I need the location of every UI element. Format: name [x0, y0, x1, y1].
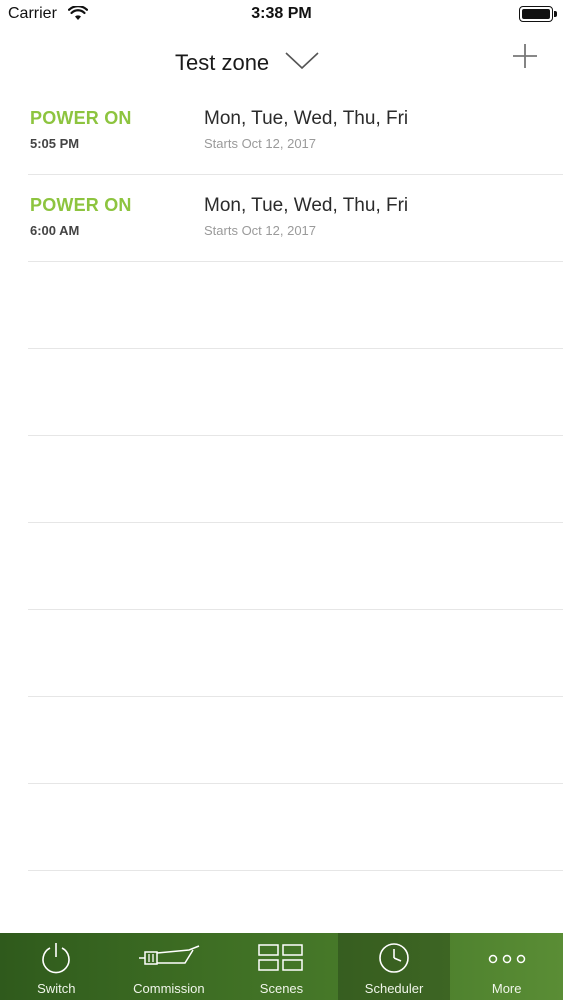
tab-label: Scenes — [259, 981, 304, 996]
schedule-row[interactable]: POWER ON 5:05 PM Mon, Tue, Wed, Thu, Fri… — [28, 88, 563, 175]
empty-row — [28, 784, 563, 871]
empty-row — [28, 523, 563, 610]
plus-icon — [513, 44, 537, 68]
tab-label: Scheduler — [364, 981, 424, 996]
empty-row — [28, 349, 563, 436]
add-schedule-button[interactable] — [511, 42, 539, 70]
tab-scenes[interactable]: Scenes — [225, 933, 338, 1000]
tab-label: More — [491, 981, 522, 996]
status-bar: Carrier 3:38 PM — [0, 0, 563, 30]
schedule-start-date: Starts Oct 12, 2017 — [204, 223, 317, 238]
power-icon — [39, 941, 73, 980]
zone-selector[interactable]: Test zone — [175, 50, 319, 76]
tab-label: Commission — [133, 981, 205, 996]
tab-commission[interactable]: Commission — [113, 933, 226, 1000]
commission-icon — [137, 941, 201, 980]
empty-row — [28, 610, 563, 697]
schedule-time: 6:00 AM — [30, 223, 80, 238]
schedule-list: POWER ON 5:05 PM Mon, Tue, Wed, Thu, Fri… — [28, 88, 563, 871]
empty-row — [28, 436, 563, 523]
nav-header: Test zone — [0, 36, 563, 92]
tab-label: Switch — [37, 981, 76, 996]
empty-row — [28, 262, 563, 349]
zone-title: Test zone — [175, 50, 270, 75]
tab-more[interactable]: More — [450, 933, 563, 1000]
tab-scheduler[interactable]: Scheduler — [337, 933, 451, 1000]
schedule-action: POWER ON — [30, 108, 132, 128]
schedule-days: Mon, Tue, Wed, Thu, Fri — [204, 108, 409, 129]
more-dots-icon — [487, 941, 527, 980]
chevron-down-icon — [285, 51, 319, 75]
tab-switch[interactable]: Switch — [0, 933, 113, 1000]
schedule-days: Mon, Tue, Wed, Thu, Fri — [204, 195, 409, 216]
tab-bar: Switch Commission Scenes Scheduler More — [0, 933, 563, 1000]
schedule-row[interactable]: POWER ON 6:00 AM Mon, Tue, Wed, Thu, Fri… — [28, 175, 563, 262]
schedule-time: 5:05 PM — [30, 136, 80, 151]
schedule-start-date: Starts Oct 12, 2017 — [204, 136, 317, 151]
clock-icon — [377, 941, 411, 980]
battery-icon — [519, 6, 557, 22]
empty-row — [28, 697, 563, 784]
scenes-grid-icon — [257, 941, 305, 980]
schedule-action: POWER ON — [30, 195, 132, 215]
status-time: 3:38 PM — [251, 5, 312, 22]
